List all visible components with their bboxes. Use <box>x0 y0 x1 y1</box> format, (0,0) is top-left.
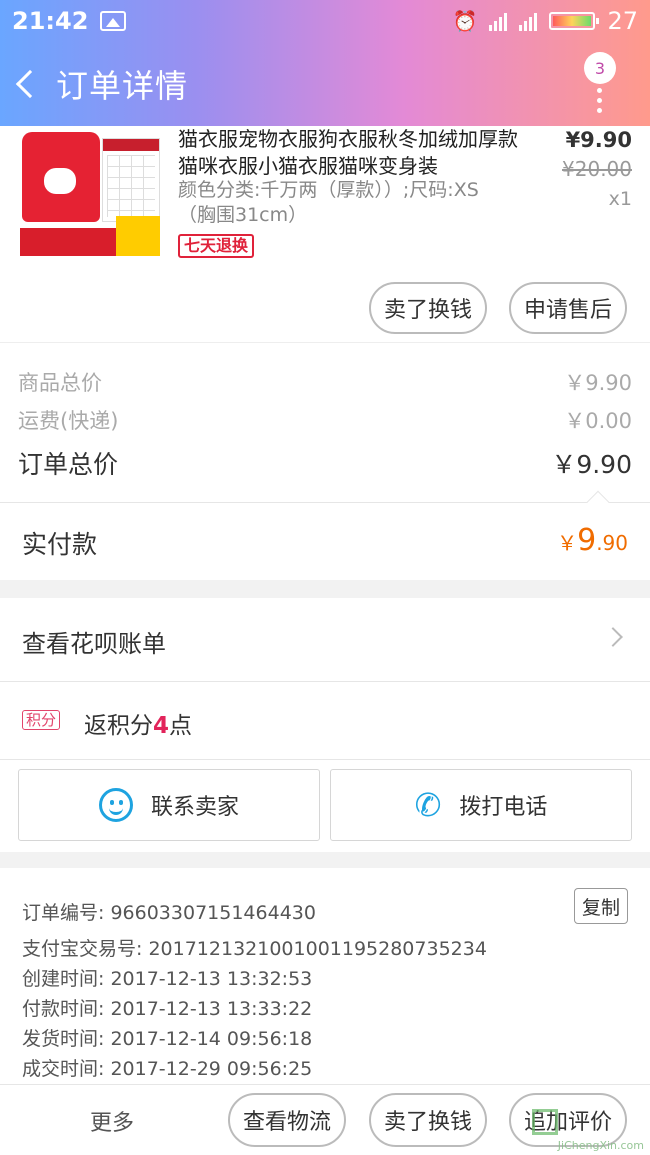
paid-time-line: 付款时间: 2017-12-13 13:33:22 <box>22 994 312 1021</box>
chevron-right-icon <box>603 627 623 647</box>
contact-seller-button[interactable]: 联系卖家 <box>18 769 320 841</box>
after-sale-button[interactable]: 申请售后 <box>509 282 627 334</box>
back-arrow-icon[interactable] <box>15 69 45 99</box>
order-number-label: 订单编号: <box>22 902 105 924</box>
size-chart-image <box>102 138 160 222</box>
alipay-trade-label: 支付宝交易号: <box>22 938 143 960</box>
actual-payment-value: ￥9.90 <box>557 523 628 558</box>
product-card[interactable]: 猫衣服宠物衣服狗衣服秋冬加绒加厚款猫咪衣服小猫衣服猫咪变身装 颜色分类:千万两（… <box>0 126 650 342</box>
more-menu-button[interactable]: 3 <box>584 52 620 114</box>
product-name[interactable]: 猫衣服宠物衣服狗衣服秋冬加绒加厚款猫咪衣服小猫衣服猫咪变身装 <box>178 126 518 180</box>
contact-area: 联系卖家 ✆ 拨打电话 <box>0 760 650 852</box>
order-number: 96603307151464430 <box>110 902 316 924</box>
product-original-price: ¥20.00 <box>562 157 632 181</box>
top-bar: 21:42 ⏰ 27 订单详情 3 <box>0 0 650 126</box>
alarm-icon: ⏰ <box>452 9 478 33</box>
phone-icon: ✆ <box>414 786 442 824</box>
paid-time-label: 付款时间: <box>22 998 105 1020</box>
goods-total-value: ￥9.90 <box>564 371 632 395</box>
price-summary: 商品总价 ￥9.90 运费(快递) ￥0.00 订单总价 ￥9.90 <box>0 342 650 502</box>
sell-for-cash-button[interactable]: 卖了换钱 <box>369 282 487 334</box>
notification-badge: 3 <box>584 52 616 84</box>
shirt-image <box>22 132 100 222</box>
signal-icon-2 <box>519 11 538 31</box>
product-thumbnail[interactable] <box>20 128 160 256</box>
shipping-row: 运费(快递) ￥0.00 <box>18 405 632 435</box>
order-info: 订单编号: 96603307151464430 复制 支付宝交易号: 20171… <box>0 868 650 1084</box>
contact-seller-label: 联系卖家 <box>150 795 239 820</box>
battery-icon <box>549 12 600 30</box>
shipping-value: ￥0.00 <box>564 409 632 433</box>
status-bar: 21:42 ⏰ 27 <box>0 0 650 42</box>
order-total-label: 订单总价 <box>18 450 119 479</box>
alipay-trade-number: 2017121321001001195280735234 <box>148 938 487 960</box>
goods-total-row: 商品总价 ￥9.90 <box>18 367 632 397</box>
points-row: 积分 返积分4点 <box>0 682 650 760</box>
order-total-value: ￥9.90 <box>551 450 632 479</box>
completed-time-label: 成交时间: <box>22 1058 105 1080</box>
signal-icon <box>489 11 508 31</box>
more-link[interactable]: 更多 <box>90 1105 134 1137</box>
actual-payment-label: 实付款 <box>22 530 98 559</box>
created-time: 2017-12-13 13:32:53 <box>110 968 313 990</box>
view-logistics-button[interactable]: 查看物流 <box>228 1093 346 1147</box>
shipping-label: 运费(快递) <box>18 409 119 433</box>
huabei-bill-row[interactable]: 查看花呗账单 <box>0 598 650 682</box>
chat-smile-icon <box>98 788 133 822</box>
page-title: 订单详情 <box>56 67 189 105</box>
payment-integer: 9 <box>577 523 597 558</box>
product-quantity: x1 <box>608 188 632 210</box>
status-time: 21:42 <box>12 7 89 35</box>
shipped-time-line: 发货时间: 2017-12-14 09:56:18 <box>22 1024 312 1051</box>
header: 订单详情 3 <box>0 42 650 126</box>
goods-total-label: 商品总价 <box>18 371 102 395</box>
return-policy-badge: 七天退换 <box>178 234 255 258</box>
call-phone-button[interactable]: ✆ 拨打电话 <box>330 769 632 841</box>
points-prefix: 返积分 <box>84 713 153 739</box>
points-value: 4 <box>153 713 170 739</box>
promo-tag-image <box>116 216 160 256</box>
shipped-time: 2017-12-14 09:56:18 <box>110 1028 313 1050</box>
sell-for-cash-bottom-button[interactable]: 卖了换钱 <box>369 1093 487 1147</box>
product-sku: 颜色分类:千万两（厚款））;尺码:XS（胸围31cm） <box>178 179 479 226</box>
points-badge: 积分 <box>22 710 61 730</box>
call-phone-label: 拨打电话 <box>459 795 548 820</box>
alipay-trade-line: 支付宝交易号: 2017121321001001195280735234 <box>22 934 487 961</box>
order-total-row: 订单总价 ￥9.90 <box>18 445 632 481</box>
watermark: JiChengXin.com <box>557 1139 644 1152</box>
created-time-line: 创建时间: 2017-12-13 13:32:53 <box>22 964 312 991</box>
product-price: ¥9.90 <box>565 128 632 152</box>
points-suffix: 点 <box>169 713 193 739</box>
payment-currency: ￥ <box>557 531 578 555</box>
actual-payment-row: 实付款 ￥9.90 <box>0 490 650 580</box>
watermark-logo-icon <box>532 1109 558 1135</box>
points-text: 返积分4点 <box>84 706 192 740</box>
paid-time: 2017-12-13 13:33:22 <box>110 998 313 1020</box>
image-notification-icon <box>100 11 127 31</box>
completed-time-line: 成交时间: 2017-12-29 09:56:25 <box>22 1054 312 1081</box>
huabei-bill-label: 查看花呗账单 <box>22 630 166 658</box>
completed-time: 2017-12-29 09:56:25 <box>110 1058 313 1080</box>
bottom-action-bar: 更多 查看物流 卖了换钱 追加评价 JiChengXin.com <box>0 1084 650 1155</box>
created-time-label: 创建时间: <box>22 968 105 990</box>
payment-decimal: .90 <box>596 531 628 555</box>
more-dots-icon <box>597 88 602 118</box>
copy-order-number-button[interactable]: 复制 <box>574 888 628 924</box>
price-column: ¥9.90 ¥20.00 x1 <box>562 126 632 214</box>
battery-level: 27 <box>607 7 638 35</box>
order-number-line: 订单编号: 96603307151464430 <box>22 898 316 925</box>
shipped-time-label: 发货时间: <box>22 1028 105 1050</box>
